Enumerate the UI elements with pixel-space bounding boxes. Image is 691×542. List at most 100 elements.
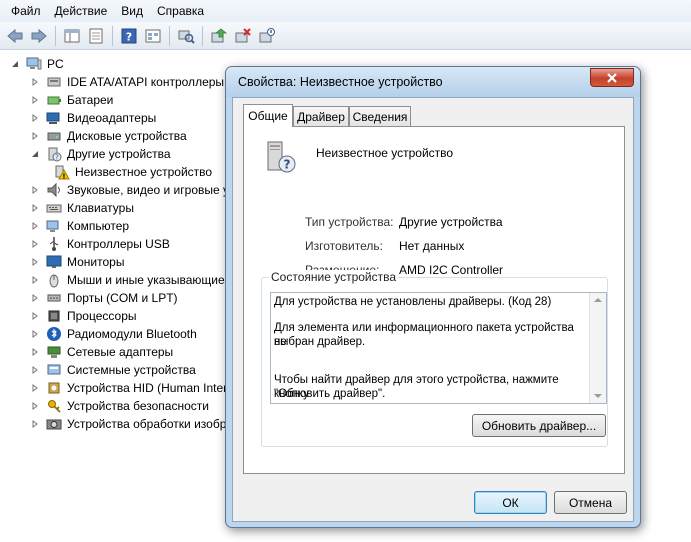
tab-details[interactable]: Сведения [349,106,411,126]
expand-arrow-icon[interactable] [30,113,40,123]
view-icon[interactable] [142,25,164,47]
expand-arrow-icon[interactable] [30,275,40,285]
update-driver-icon[interactable] [208,25,230,47]
show-hide-tree-icon[interactable] [61,25,83,47]
tree-item-label: Дисковые устройства [67,129,187,143]
tree-item[interactable]: Системные устройства [30,361,196,379]
close-button[interactable] [590,68,634,87]
security-key-icon [46,398,62,414]
tab-general[interactable]: Общие [243,104,293,127]
manufacturer-value: Нет данных [399,239,465,253]
tree-item[interactable]: Мониторы [30,253,124,271]
tree-item[interactable]: Сетевые адаптеры [30,343,173,361]
tree-item[interactable]: Клавиатуры [30,199,134,217]
expand-arrow-icon[interactable] [30,185,40,195]
expand-arrow-icon[interactable] [30,221,40,231]
expand-arrow-icon[interactable] [30,347,40,357]
expand-arrow-icon[interactable] [30,77,40,87]
status-scrollbar[interactable] [589,293,606,403]
expand-arrow-icon[interactable] [30,203,40,213]
network-adapter-icon [46,344,62,360]
unknown-device-icon: ? [267,141,296,173]
expand-arrow-icon[interactable] [30,365,40,375]
imaging-device-icon [46,416,62,432]
tree-item-label: Батареи [67,93,114,107]
tree-item[interactable]: IDE ATA/ATAPI контроллеры [30,73,224,91]
tree-item[interactable]: Радиомодули Bluetooth [30,325,197,343]
scan-hardware-icon[interactable] [175,25,197,47]
device-status-textbox[interactable]: Для устройства не установлены драйверы. … [270,292,607,404]
tab-driver[interactable]: Драйвер [293,106,349,126]
other-devices-icon: ? [46,146,62,162]
disable-device-icon[interactable] [256,25,278,47]
tree-item-label: Неизвестное устройство [75,165,213,179]
tree-item[interactable]: ! Неизвестное устройство [44,163,212,181]
menu-help[interactable]: Справка [150,2,211,20]
uninstall-icon[interactable] [232,25,254,47]
device-type-label: Тип устройства: [305,215,394,229]
ok-button[interactable]: ОК [474,491,547,514]
tree-item[interactable]: Контроллеры USB [30,235,170,253]
menu-file[interactable]: Файл [4,2,48,20]
tree-root-label: PC [47,57,64,71]
expand-arrow-icon[interactable] [30,293,40,303]
expand-arrow-icon[interactable] [30,311,40,321]
tree-item-label: Устройства безопасности [67,399,209,413]
scroll-down-icon[interactable] [594,394,602,398]
tree-item-label: Процессоры [67,309,137,323]
computer-icon [46,218,62,234]
tree-item[interactable]: ? Другие устройства [30,145,171,163]
svg-text:?: ? [55,154,59,162]
back-arrow-icon[interactable] [4,25,26,47]
scroll-up-icon[interactable] [594,298,602,302]
tree-item-label: Клавиатуры [67,201,134,215]
collapse-arrow-icon[interactable] [30,149,40,159]
expand-arrow-icon[interactable] [30,95,40,105]
tree-item-label: Видеоадаптеры [67,111,157,125]
dialog-client: Общие Драйвер Сведения ? Неизвестное уст… [232,97,634,522]
tree-item-label: Мониторы [67,255,125,269]
expand-arrow-icon[interactable] [30,383,40,393]
tree-item-label: Системные устройства [67,363,196,377]
menu-view[interactable]: Вид [114,2,150,20]
device-tree: PC IDE ATA/ATAPI контроллеры Батареи Видео… [0,52,300,542]
unknown-device-warning-icon: ! [54,164,70,180]
tree-item-label: Контроллеры USB [67,237,170,251]
expand-arrow-icon[interactable] [30,257,40,267]
update-driver-button[interactable]: Обновить драйвер... [472,414,606,437]
forward-arrow-icon[interactable] [28,25,50,47]
expand-arrow-icon[interactable] [30,239,40,249]
tree-item[interactable]: Устройства безопасности [30,397,209,415]
tree-item[interactable]: Порты (COM и LPT) [30,289,178,307]
tree-item[interactable]: Видеоадаптеры [30,109,156,127]
properties-icon[interactable] [85,25,107,47]
battery-icon [46,92,62,108]
status-line: "Обновить драйвер". [274,388,386,400]
tree-item[interactable]: Дисковые устройства [30,127,187,145]
properties-dialog: Свойства: Неизвестное устройство Общие Д… [225,66,641,528]
manufacturer-label: Изготовитель: [305,239,383,253]
tree-item-label: Компьютер [67,219,130,233]
tree-root[interactable]: PC [10,55,64,73]
tree-item[interactable]: Батареи [30,91,113,109]
expand-arrow-icon[interactable] [30,329,40,339]
cancel-button[interactable]: Отмена [554,491,627,514]
menu-action[interactable]: Действие [48,2,115,20]
tree-item[interactable]: Компьютер [30,217,129,235]
help-icon[interactable]: ? [118,25,140,47]
tree-item-label: Сетевые адаптеры [67,345,174,359]
dialog-titlebar[interactable]: Свойства: Неизвестное устройство [226,67,640,97]
port-icon [46,290,62,306]
toolbar: ? [0,22,691,50]
expand-arrow-icon[interactable] [30,419,40,429]
status-line: Для устройства не установлены драйверы. … [274,296,552,308]
collapse-arrow-icon[interactable] [10,59,20,69]
tree-item-label: IDE ATA/ATAPI контроллеры [67,75,225,89]
sound-icon [46,182,62,198]
expand-arrow-icon[interactable] [30,131,40,141]
usb-icon [46,236,62,252]
toolbar-separator [169,25,170,46]
menu-bar: Файл Действие Вид Справка [0,0,691,22]
expand-arrow-icon[interactable] [30,401,40,411]
tree-item[interactable]: Процессоры [30,307,137,325]
